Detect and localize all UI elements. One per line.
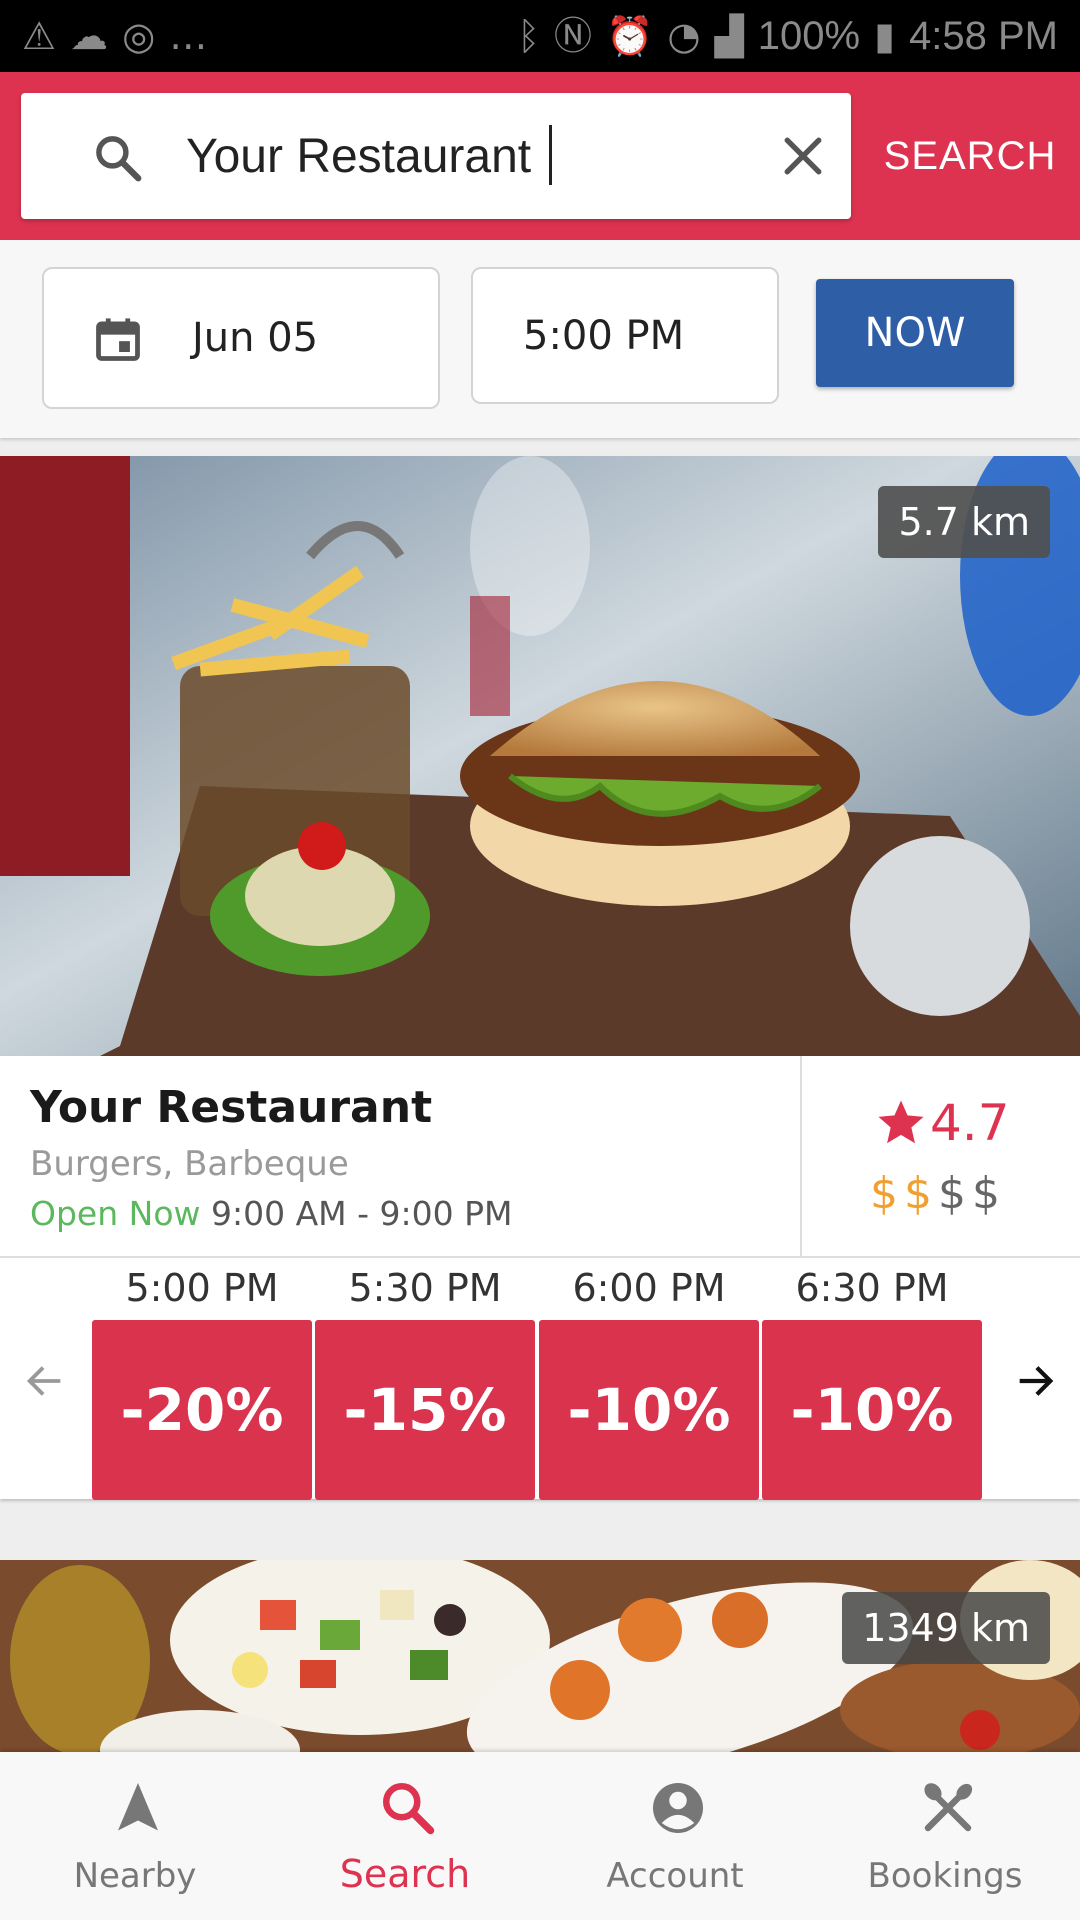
clock: 4:58 PM: [909, 13, 1058, 58]
distance-badge: 5.7 km: [878, 486, 1050, 558]
date-value: Jun 05: [192, 315, 319, 361]
price-symbol: $: [972, 1168, 1006, 1219]
distance-badge: 1349 km: [842, 1592, 1050, 1664]
open-status: Open Now: [30, 1194, 201, 1233]
status-bar-left: ⚠ ☁ ◎ …: [22, 17, 207, 55]
arrow-right-icon[interactable]: [1012, 1358, 1058, 1404]
weather-icon: ☁: [70, 14, 109, 58]
price-symbol: $: [904, 1168, 938, 1219]
star-icon: [878, 1100, 924, 1144]
opening-hours: 9:00 AM - 9:00 PM: [211, 1194, 513, 1233]
screen: ⚠ ☁ ◎ … ᛒ Ⓝ ⏰ ◔ ▟ 100% ▮ 4:58 PM Your Re…: [0, 0, 1080, 1920]
nav-account[interactable]: Account: [540, 1752, 810, 1920]
nav-search[interactable]: Search: [270, 1752, 540, 1920]
search-button[interactable]: SEARCH: [870, 93, 1070, 219]
calendar-icon: [96, 318, 140, 361]
rating: 4.7: [874, 1094, 1010, 1152]
now-button[interactable]: NOW: [816, 279, 1014, 387]
search-icon: [96, 136, 142, 182]
status-bar-right: ᛒ Ⓝ ⏰ ◔ ▟ 100% ▮ 4:58 PM: [517, 14, 1058, 59]
search-box[interactable]: [21, 93, 851, 219]
date-picker[interactable]: Jun 05: [42, 267, 440, 409]
nav-label: Bookings: [867, 1856, 1023, 1896]
nav-label: Account: [606, 1856, 744, 1896]
time-slots: 5:00 PM -20% 5:30 PM -15% 6:00 PM -10% 6…: [0, 1256, 1080, 1501]
cutlery-icon: [924, 1783, 973, 1832]
restaurant-info[interactable]: Your Restaurant Burgers, Barbeque Open N…: [0, 1056, 802, 1256]
rating-value: 4.7: [930, 1094, 1010, 1152]
arrow-left-icon[interactable]: [22, 1358, 68, 1404]
search-header: SEARCH: [0, 72, 1080, 240]
slot-deal[interactable]: -20%: [92, 1320, 312, 1500]
signal-icon: ▟: [714, 14, 744, 58]
restaurant-rating-price: 4.7 $$$$: [804, 1056, 1080, 1256]
bottom-navigation: Nearby Search Account Bookings: [0, 1752, 1080, 1920]
date-time-filter: Jun 05 5:00 PM NOW: [0, 240, 1080, 438]
account-circle-icon: [653, 1783, 703, 1833]
restaurant-photo[interactable]: 5.7 km: [0, 456, 1080, 1056]
nav-label: Search: [339, 1852, 471, 1896]
price-level: $$$$: [870, 1168, 1006, 1219]
battery-percent: 100%: [757, 13, 861, 58]
nfc-icon: Ⓝ: [554, 14, 593, 58]
nav-label: Nearby: [73, 1856, 197, 1896]
time-slot[interactable]: 6:30 PM -10%: [762, 1258, 982, 1501]
wifi-icon: ◔: [667, 14, 701, 58]
restaurant-hours-line: Open Now 9:00 AM - 9:00 PM: [30, 1194, 513, 1233]
slot-deal[interactable]: -15%: [315, 1320, 535, 1500]
slot-deal[interactable]: -10%: [762, 1320, 982, 1500]
search-icon: [383, 1783, 435, 1835]
more-notifications-icon: …: [169, 14, 208, 58]
time-value: 5:00 PM: [523, 313, 685, 359]
bluetooth-icon: ᛒ: [517, 14, 541, 58]
clear-icon[interactable]: [776, 129, 830, 183]
slot-deal[interactable]: -10%: [539, 1320, 759, 1500]
nav-nearby[interactable]: Nearby: [0, 1752, 270, 1920]
time-slot[interactable]: 5:00 PM -20%: [92, 1258, 312, 1501]
restaurant-card-2[interactable]: 1349 km: [0, 1560, 1080, 1752]
battery-icon: ▮: [874, 14, 896, 58]
slot-time: 5:30 PM: [348, 1266, 502, 1310]
slot-time: 6:30 PM: [795, 1266, 949, 1310]
time-slot[interactable]: 5:30 PM -15%: [315, 1258, 535, 1501]
alarm-icon: ⏰: [606, 14, 654, 58]
restaurant-cuisine: Burgers, Barbeque: [30, 1144, 349, 1184]
price-symbol: $: [870, 1168, 904, 1219]
sync-icon: ◎: [122, 14, 156, 58]
warning-icon: ⚠: [22, 14, 57, 58]
status-bar: ⚠ ☁ ◎ … ᛒ Ⓝ ⏰ ◔ ▟ 100% ▮ 4:58 PM: [0, 0, 1080, 72]
navigation-arrow-icon: [118, 1783, 158, 1831]
text-caret: [549, 125, 552, 185]
time-slot[interactable]: 6:00 PM -10%: [539, 1258, 759, 1501]
search-input[interactable]: [186, 113, 576, 199]
time-picker[interactable]: 5:00 PM: [471, 267, 779, 404]
nav-bookings[interactable]: Bookings: [810, 1752, 1080, 1920]
restaurant-name: Your Restaurant: [30, 1082, 433, 1133]
slot-time: 6:00 PM: [572, 1266, 726, 1310]
slot-time: 5:00 PM: [125, 1266, 279, 1310]
restaurant-card[interactable]: 5.7 km Your Restaurant Burgers, Barbeque…: [0, 456, 1080, 1501]
price-symbol: $: [938, 1168, 972, 1219]
